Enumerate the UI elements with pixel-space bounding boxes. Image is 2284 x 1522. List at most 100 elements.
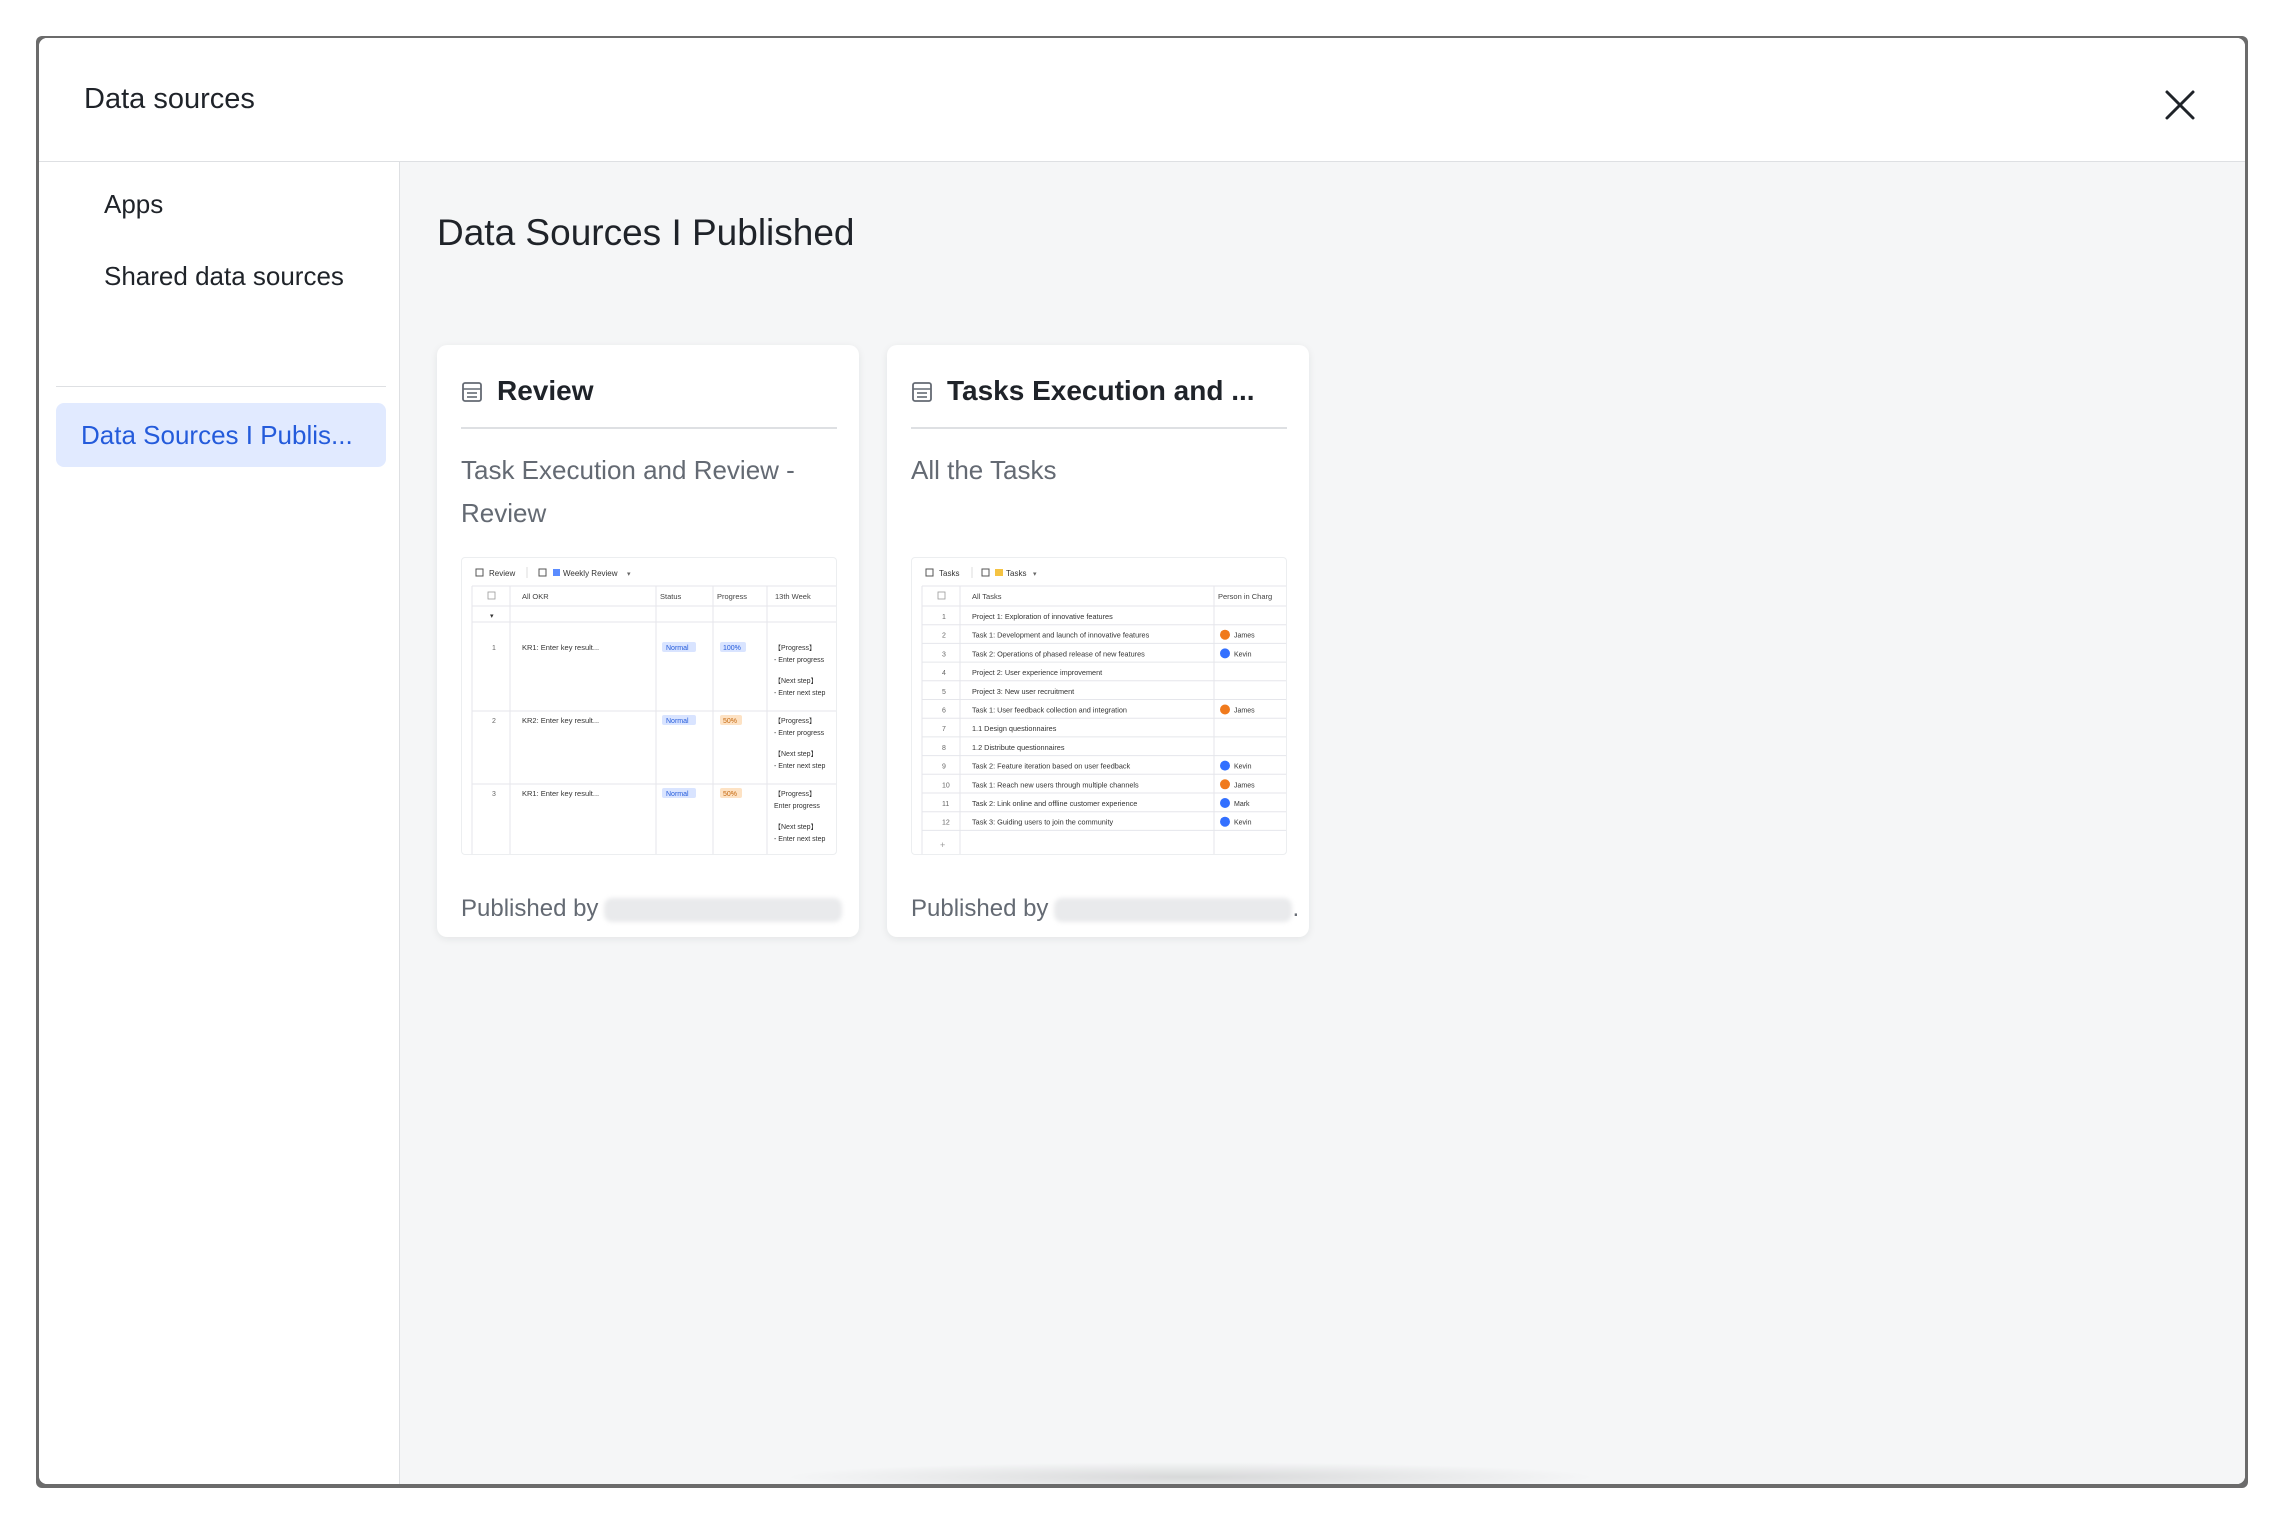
avatar [1220, 629, 1230, 640]
thumb-row-person: James [1234, 708, 1255, 715]
bottom-shadow [780, 1462, 1600, 1484]
svg-text:KR1: Enter key result...: KR1: Enter key result... [522, 789, 599, 798]
table-icon [462, 382, 482, 402]
sidebar: Apps Shared data sources Data Sources I … [39, 162, 400, 1484]
thumb-row-task: Project 3: New user recruitment [972, 687, 1074, 696]
thumb-row-num: 6 [942, 708, 946, 715]
sidebar-item-apps[interactable]: Apps [81, 172, 381, 236]
card-description: Task Execution and Review - Review [461, 455, 795, 528]
thumb-row-num: 7 [942, 726, 946, 733]
thumb-row-num: 1 [942, 614, 946, 621]
svg-text:【Next step】: 【Next step】 [774, 823, 818, 831]
thumb-view-name: Weekly Review [563, 569, 618, 578]
thumbnail-table-preview: Review Weekly Review ▾ All OKR Status Pr… [471, 567, 836, 854]
card-header: Review [461, 371, 837, 429]
svg-text:+: + [940, 840, 945, 850]
thumb-header-progress: Progress [717, 592, 747, 601]
main-content: Data Sources I Published Review Task Exe… [400, 162, 2245, 1484]
page-title: Data Sources I Published [437, 212, 855, 253]
svg-text:【Progress】: 【Progress】 [774, 717, 816, 725]
modal-header: Data sources [39, 38, 2245, 162]
close-button[interactable] [2157, 82, 2203, 128]
thumb-header-okr: All OKR [522, 592, 549, 601]
thumb-view-name: Tasks [1006, 569, 1026, 578]
sidebar-item-shared-data-sources[interactable]: Shared data sources [81, 244, 381, 308]
svg-text:▾: ▾ [490, 613, 494, 620]
svg-text:- Enter next step: - Enter next step [774, 763, 825, 770]
svg-text:- Enter next step: - Enter next step [774, 836, 825, 843]
thumb-header-person: Person in Charg [1218, 592, 1272, 601]
thumb-row-num: 10 [942, 782, 950, 789]
thumb-row-task: Project 2: User experience improvement [972, 668, 1102, 677]
thumb-header-tasks: All Tasks [972, 592, 1002, 601]
svg-text:KR2: Enter key result...: KR2: Enter key result... [522, 716, 599, 725]
thumb-row-task: Task 2: Link online and offline customer… [972, 799, 1137, 808]
svg-text:- Enter progress: - Enter progress [774, 657, 825, 664]
thumb-row-task: Task 1: User feedback collection and int… [972, 706, 1127, 715]
avatar [1220, 648, 1230, 659]
grid-icon [475, 568, 484, 577]
svg-text:【Progress】: 【Progress】 [774, 790, 816, 798]
sidebar-divider [56, 386, 386, 387]
svg-text:Enter progress: Enter progress [774, 803, 820, 810]
thumb-row-task: Task 1: Reach new users through multiple… [972, 780, 1139, 789]
svg-text:【Next step】: 【Next step】 [774, 677, 818, 685]
thumb-row-person: Kevin [1234, 651, 1252, 658]
card-footer: Published by [461, 895, 843, 925]
svg-text:【Next step】: 【Next step】 [774, 750, 818, 758]
thumb-table-name: Tasks [939, 569, 959, 578]
thumb-table-name: Review [489, 569, 515, 578]
card-title: Review [497, 375, 594, 406]
data-source-card-tasks[interactable]: Tasks Execution and ... All the Tasks Ta… [887, 345, 1309, 937]
data-sources-modal: Data sources Apps Shared data sources Da… [39, 38, 2245, 1484]
published-by-label: Published by [911, 895, 1049, 922]
publisher-name-redacted [604, 897, 843, 922]
footer-suffix: . [1292, 895, 1300, 922]
thumb-row-person: Kevin [1234, 764, 1252, 771]
table-icon [912, 382, 932, 402]
publisher-name-redacted [1054, 897, 1293, 922]
thumb-row-num: 2 [942, 633, 946, 640]
thumb-row-person: Mark [1234, 801, 1250, 808]
svg-text:2: 2 [492, 718, 496, 725]
card-description: All the Tasks [911, 455, 1057, 485]
thumb-row-person: James [1234, 782, 1255, 789]
svg-text:Normal: Normal [666, 791, 689, 798]
thumb-row-num: 4 [942, 670, 946, 677]
thumb-row-num: 12 [942, 820, 950, 827]
avatar [1220, 779, 1230, 790]
card-header: Tasks Execution and ... [911, 371, 1287, 429]
svg-text:Normal: Normal [666, 718, 689, 725]
published-by-label: Published by [461, 895, 599, 922]
thumb-row-person: Kevin [1234, 820, 1252, 827]
sidebar-item-data-sources-published[interactable]: Data Sources I Publis... [56, 403, 386, 467]
svg-text:100%: 100% [723, 645, 741, 652]
thumb-row-task: 1.1 Design questionnaires [972, 724, 1057, 733]
avatar [1220, 798, 1230, 808]
svg-text:- Enter progress: - Enter progress [774, 730, 825, 737]
modal-title: Data sources [84, 83, 255, 115]
avatar [1220, 704, 1230, 715]
avatar [1220, 760, 1230, 771]
svg-text:50%: 50% [723, 718, 737, 725]
thumb-row-task: Task 1: Development and launch of innova… [972, 631, 1150, 640]
svg-text:Normal: Normal [666, 645, 689, 652]
card-thumbnail: Tasks Tasks ▾ All Tasks Person in Charg … [911, 557, 1287, 855]
thumb-row-num: 9 [942, 764, 946, 771]
thumb-row-task: Task 2: Operations of phased release of … [972, 649, 1145, 658]
close-icon [2165, 90, 2195, 120]
thumb-row-num: 8 [942, 745, 946, 752]
card-footer: Published by. [911, 895, 1299, 925]
svg-text:KR1: Enter key result...: KR1: Enter key result... [522, 643, 599, 652]
data-source-card-review[interactable]: Review Task Execution and Review - Revie… [437, 345, 859, 937]
card-title: Tasks Execution and ... [947, 375, 1255, 406]
svg-text:50%: 50% [723, 791, 737, 798]
thumb-row-num: 5 [942, 689, 946, 696]
svg-text:1: 1 [492, 645, 496, 652]
svg-text:- Enter next step: - Enter next step [774, 690, 825, 697]
thumb-row-num: 3 [942, 651, 946, 658]
svg-text:▾: ▾ [627, 571, 631, 578]
svg-text:3: 3 [492, 791, 496, 798]
avatar [1220, 816, 1230, 827]
thumb-row-task: 1.2 Distribute questionnaires [972, 743, 1065, 752]
